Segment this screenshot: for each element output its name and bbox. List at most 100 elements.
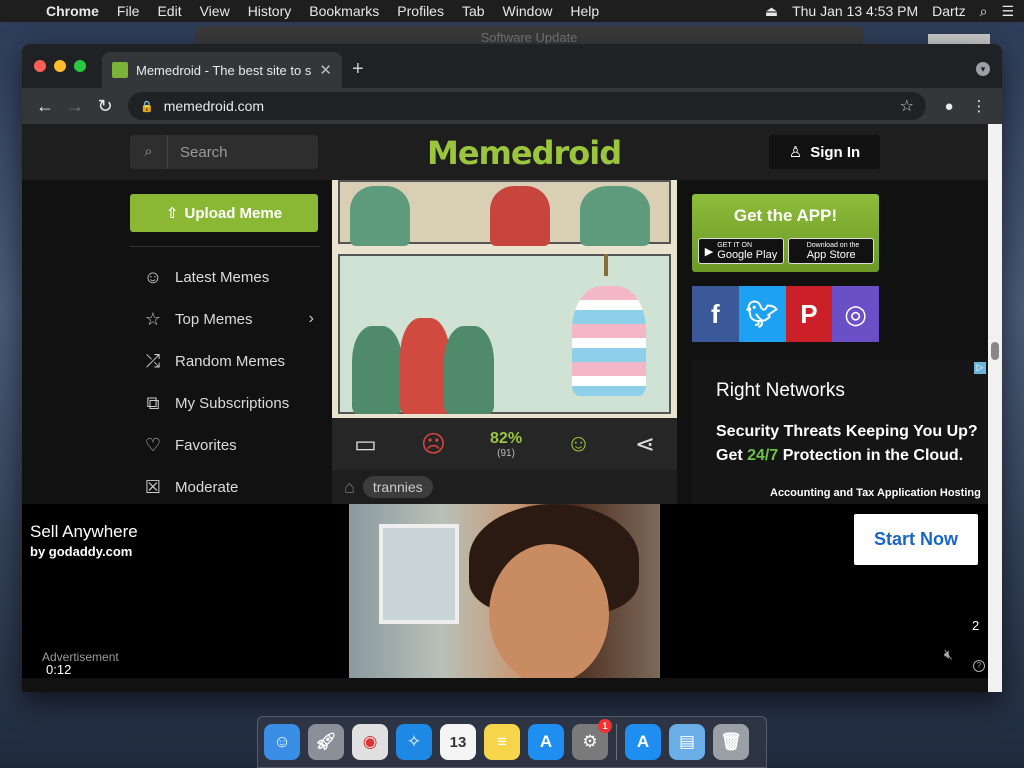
address-url[interactable]: memedroid.com bbox=[164, 98, 264, 114]
vertical-scroll-thumb[interactable] bbox=[991, 342, 999, 360]
share-icon[interactable]: ⋖ bbox=[635, 430, 655, 459]
google-play-label: Google Play bbox=[717, 248, 778, 261]
menu-user[interactable]: Dartz bbox=[932, 3, 965, 19]
meme-panel-top bbox=[338, 180, 671, 246]
sidebar-item-random-memes[interactable]: ⤮ Random Memes bbox=[140, 340, 320, 382]
launchpad-icon[interactable]: 🚀︎ bbox=[308, 724, 344, 760]
sign-in-button[interactable]: ♙ Sign In bbox=[769, 135, 880, 169]
sidebar-item-latest-memes[interactable]: ☺ Latest Memes bbox=[140, 256, 320, 298]
video-person-face bbox=[489, 544, 609, 678]
tag-bar: ⌂ trannies bbox=[332, 470, 677, 504]
downloads-folder-icon[interactable]: ▤ bbox=[669, 724, 705, 760]
dislike-icon[interactable]: ☹ bbox=[421, 430, 446, 459]
mute-icon[interactable]: 🔇︎ bbox=[944, 646, 953, 663]
eject-icon[interactable]: ⏏ bbox=[765, 3, 778, 20]
menu-bar-status: ⏏ Thu Jan 13 4:53 PM Dartz ⌕ ☰ bbox=[765, 3, 1014, 20]
spotlight-search-icon[interactable]: ⌕ bbox=[980, 3, 988, 20]
right-networks-logo: Right Networks bbox=[716, 380, 845, 401]
forward-button[interactable]: → bbox=[60, 96, 90, 117]
comic-figure bbox=[580, 186, 650, 246]
ad-headline-pre: Get bbox=[716, 447, 748, 464]
sidebar-item-label: My Subscriptions bbox=[175, 394, 290, 412]
ad-info-icon[interactable]: ? bbox=[973, 660, 985, 672]
right-networks-ad[interactable]: ▷ Right Networks Security Threats Keepin… bbox=[692, 360, 988, 504]
site-search[interactable]: ⌕ bbox=[130, 135, 318, 169]
comic-figure bbox=[350, 186, 410, 246]
trash-icon[interactable]: 🗑︎ bbox=[713, 724, 749, 760]
chevron-right-icon[interactable]: › bbox=[309, 310, 320, 328]
zoom-window-button[interactable] bbox=[74, 60, 86, 72]
lock-icon[interactable]: 🔒 bbox=[140, 100, 154, 113]
close-tab-icon[interactable]: ✕ bbox=[319, 61, 332, 79]
sidebar-item-label: Top Memes bbox=[175, 310, 253, 328]
reload-button[interactable]: ↻ bbox=[90, 96, 120, 117]
app-store-download-icon[interactable]: A bbox=[625, 724, 661, 760]
ad-headline-post: Protection in the Cloud. bbox=[778, 447, 964, 464]
tab-search-icon[interactable]: ▾ bbox=[976, 62, 990, 76]
calendar-icon[interactable]: 13 bbox=[440, 724, 476, 760]
close-window-button[interactable] bbox=[34, 60, 46, 72]
sidebar-item-moderate[interactable]: ☒ Moderate bbox=[140, 466, 320, 508]
meme-image[interactable] bbox=[332, 180, 677, 418]
upload-meme-button[interactable]: ⇧ Upload Meme bbox=[130, 194, 318, 232]
tag-chip[interactable]: trannies bbox=[362, 476, 433, 498]
tab-title: Memedroid - The best site to s bbox=[136, 62, 312, 78]
twitter-icon[interactable]: 🐦︎ bbox=[738, 286, 786, 342]
profile-icon[interactable]: ● bbox=[934, 98, 964, 115]
back-button[interactable]: ← bbox=[30, 96, 60, 117]
menu-clock[interactable]: Thu Jan 13 4:53 PM bbox=[792, 3, 918, 19]
comment-icon[interactable]: ▭ bbox=[354, 430, 377, 459]
app-store-badge[interactable]: Download on the App Store bbox=[788, 238, 874, 264]
more-menu-icon[interactable]: ⋮ bbox=[964, 97, 994, 115]
instagram-icon[interactable]: ◎ bbox=[832, 286, 879, 342]
chrome-icon[interactable]: ◉ bbox=[352, 724, 388, 760]
facebook-icon[interactable]: f bbox=[692, 286, 739, 342]
comic-figure bbox=[400, 318, 450, 414]
system-preferences-icon[interactable]: ⚙ 1 bbox=[572, 719, 612, 760]
pinterest-icon[interactable]: P bbox=[785, 286, 833, 342]
bookmark-star-icon[interactable]: ☆ bbox=[900, 96, 914, 116]
menu-view[interactable]: View bbox=[200, 3, 230, 19]
sidebar-item-label: Favorites bbox=[175, 436, 237, 454]
site-search-input[interactable] bbox=[168, 143, 308, 161]
memedroid-logo[interactable]: Memedroid bbox=[427, 134, 622, 172]
safari-icon[interactable]: ✧ bbox=[396, 724, 432, 760]
search-icon[interactable]: ⌕ bbox=[130, 135, 168, 169]
notes-icon[interactable]: ≡ bbox=[484, 724, 520, 760]
minimize-window-button[interactable] bbox=[54, 60, 66, 72]
video-advertisement[interactable]: Sell Anywhere by godaddy.com Advertiseme… bbox=[22, 504, 988, 678]
moderate-icon: ☒ bbox=[144, 476, 162, 497]
menu-window[interactable]: Window bbox=[503, 3, 553, 19]
menu-file[interactable]: File bbox=[117, 3, 140, 19]
control-center-icon[interactable]: ☰ bbox=[1001, 3, 1014, 20]
like-icon[interactable]: ☺ bbox=[566, 430, 591, 458]
app-store-icon[interactable]: A bbox=[528, 724, 564, 760]
menu-edit[interactable]: Edit bbox=[157, 3, 181, 19]
star-icon: ☆ bbox=[144, 308, 162, 329]
sign-in-label: Sign In bbox=[810, 143, 861, 161]
get-app-banner[interactable]: Get the APP! ▶ GET IT ON Google Play Dow… bbox=[692, 194, 879, 272]
meme-score: 82% (91) bbox=[490, 430, 522, 459]
finder-icon[interactable]: ☺ bbox=[264, 724, 300, 760]
sidebar-item-favorites[interactable]: ♡ Favorites bbox=[140, 424, 320, 466]
new-tab-button[interactable]: + bbox=[352, 58, 364, 81]
video-player[interactable] bbox=[349, 504, 660, 678]
google-play-badge[interactable]: ▶ GET IT ON Google Play bbox=[698, 238, 784, 264]
sidebar-item-label: Moderate bbox=[175, 478, 239, 496]
vertical-scrollbar[interactable] bbox=[988, 124, 1002, 692]
ad-footer: Accounting and Tax Application Hosting bbox=[770, 487, 981, 499]
menu-tab[interactable]: Tab bbox=[462, 3, 485, 19]
menu-help[interactable]: Help bbox=[570, 3, 599, 19]
menu-bookmarks[interactable]: Bookmarks bbox=[309, 3, 379, 19]
menu-app-name[interactable]: Chrome bbox=[46, 3, 99, 19]
address-bar[interactable]: 🔒 memedroid.com ☆ bbox=[128, 92, 926, 120]
comic-figure bbox=[490, 186, 550, 246]
sidebar-divider bbox=[130, 246, 320, 247]
sidebar-item-top-memes[interactable]: ☆ Top Memes › bbox=[140, 298, 320, 340]
start-now-button[interactable]: Start Now bbox=[854, 514, 978, 565]
menu-history[interactable]: History bbox=[248, 3, 292, 19]
ad-choices-icon[interactable]: ▷ bbox=[974, 362, 986, 374]
menu-profiles[interactable]: Profiles bbox=[397, 3, 444, 19]
sidebar-item-my-subscriptions[interactable]: ⧉ My Subscriptions bbox=[140, 382, 320, 424]
tab-memedroid[interactable]: Memedroid - The best site to s ✕ bbox=[102, 52, 342, 88]
